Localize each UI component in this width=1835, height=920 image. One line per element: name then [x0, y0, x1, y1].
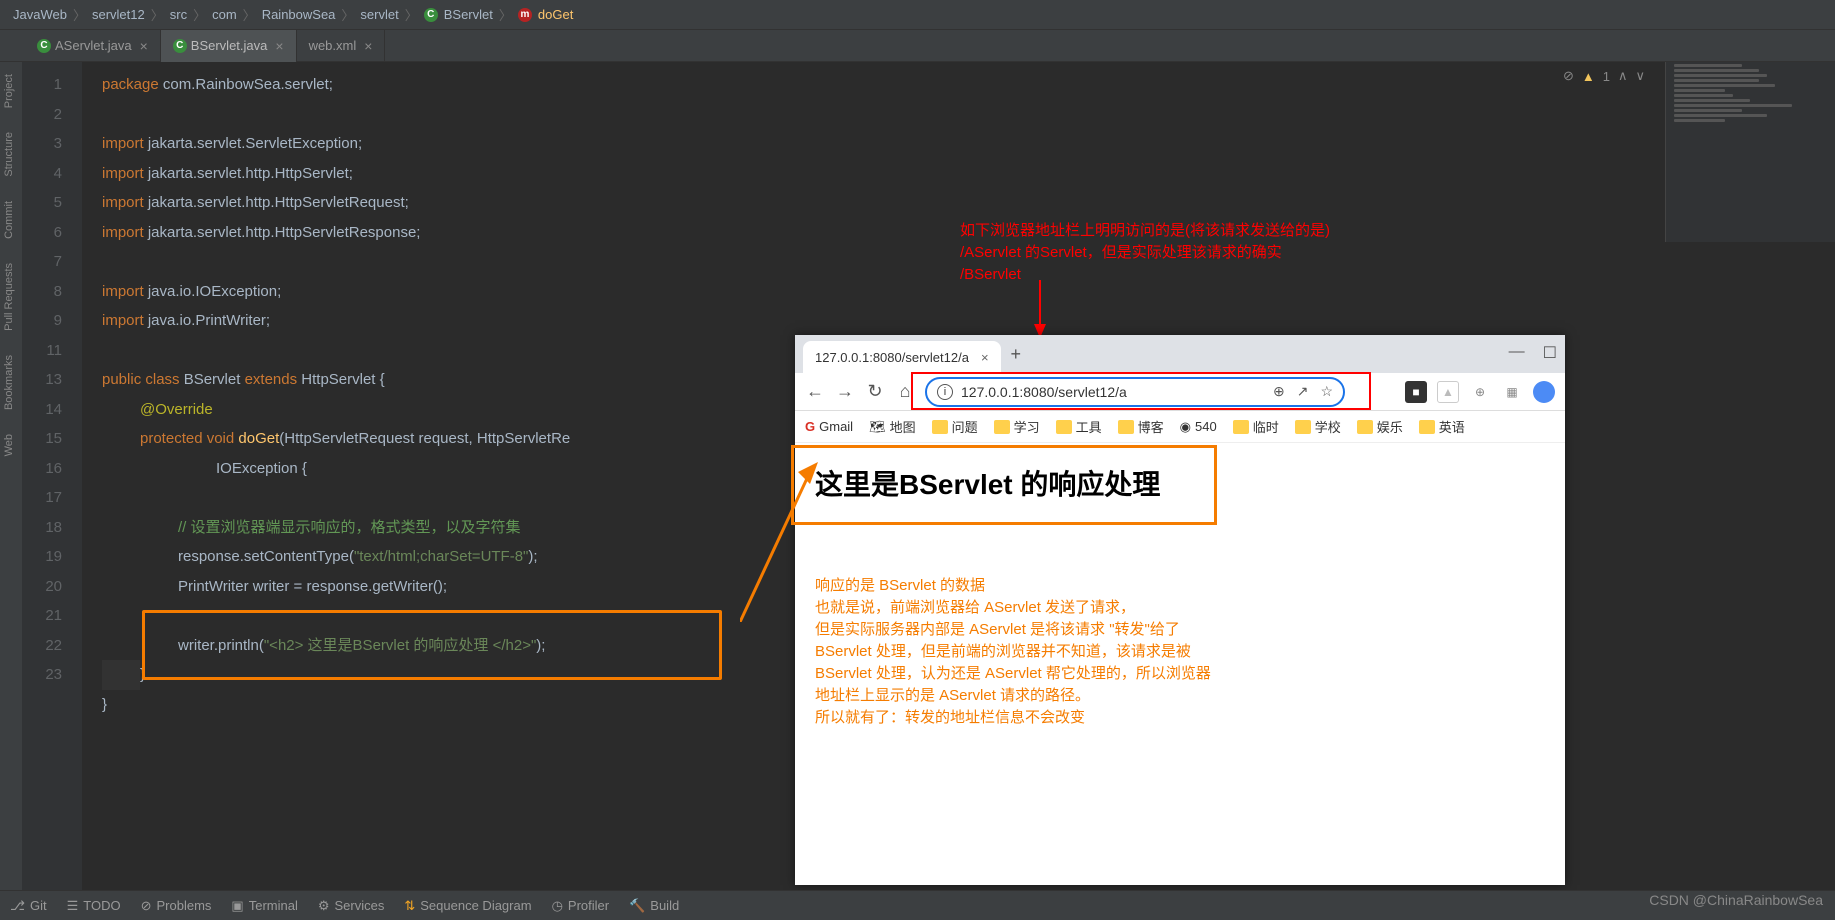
browser-tab-strip: 127.0.0.1:8080/servlet12/a × + — ☐ [795, 335, 1565, 373]
bookmark-folder[interactable]: 临时 [1233, 417, 1279, 436]
crumb-project[interactable]: JavaWeb [13, 7, 67, 22]
eye-icon[interactable]: ⊘ [1563, 68, 1574, 84]
close-icon[interactable]: × [981, 350, 989, 365]
bookmark-folder[interactable]: 学习 [994, 417, 1040, 436]
crumb-com[interactable]: com [212, 7, 237, 22]
crumb-pkg[interactable]: RainbowSea [262, 7, 336, 22]
tab-bservlet[interactable]: C BServlet.java × [161, 30, 297, 62]
bookmark-folder[interactable]: 英语 [1419, 417, 1465, 436]
bottom-terminal[interactable]: ▣Terminal [231, 898, 297, 914]
ext-icon[interactable]: ■ [1405, 381, 1427, 403]
bottom-sequence[interactable]: ⇅Sequence Diagram [404, 898, 531, 914]
close-icon[interactable]: × [364, 38, 372, 54]
ext-icon[interactable]: ▲ [1437, 381, 1459, 403]
breadcrumb: JavaWeb〉 servlet12〉 src〉 com〉 RainbowSea… [0, 0, 1835, 30]
watermark: CSDN @ChinaRainbowSea [1649, 892, 1823, 908]
crumb-method[interactable]: doGet [538, 7, 573, 22]
folder-icon [1357, 420, 1373, 434]
bottom-tool-bar: ⎇Git ☰TODO ⊘Problems ▣Terminal ⚙Services… [0, 890, 1835, 920]
bookmark-folder[interactable]: 娱乐 [1357, 417, 1403, 436]
side-bookmarks[interactable]: Bookmarks [0, 343, 22, 422]
bookmark-folder[interactable]: 学校 [1295, 417, 1341, 436]
tab-title: 127.0.0.1:8080/servlet12/a [815, 350, 969, 365]
tab-label: BServlet.java [191, 38, 268, 53]
inspection-indicators[interactable]: ⊘ ▲ 1 ∧ ∨ [1563, 68, 1645, 84]
code-highlight-box [142, 610, 722, 680]
side-pull-requests[interactable]: Pull Requests [0, 251, 22, 343]
crumb-pkg2[interactable]: servlet [360, 7, 398, 22]
git-icon: ⎇ [10, 898, 25, 914]
ext-icon[interactable]: ⊕ [1469, 381, 1491, 403]
close-icon[interactable]: × [140, 38, 148, 54]
warning-count: 1 [1603, 69, 1610, 84]
folder-icon [1233, 420, 1249, 434]
url-highlight-box [911, 372, 1371, 410]
browser-window: 127.0.0.1:8080/servlet12/a × + — ☐ ← → ↻… [795, 335, 1565, 885]
annotation-red-text: 如下浏览器地址栏上明明访问的是(将该请求发送给的是) /AServlet 的Se… [960, 220, 1330, 286]
bookmark-540[interactable]: ◉540 [1180, 419, 1217, 435]
bookmark-gmail[interactable]: GGmail [805, 419, 853, 434]
bottom-profiler[interactable]: ◷Profiler [552, 898, 610, 914]
side-structure[interactable]: Structure [0, 120, 22, 189]
warning-icon: ▲ [1582, 69, 1595, 84]
browser-tab[interactable]: 127.0.0.1:8080/servlet12/a × [803, 341, 1001, 373]
folder-icon [932, 420, 948, 434]
content-highlight-box [791, 445, 1217, 525]
orange-arrow [740, 462, 830, 622]
bottom-build[interactable]: 🔨Build [629, 898, 679, 914]
ext-icon[interactable]: ▦ [1501, 381, 1523, 403]
side-project[interactable]: Project [0, 62, 22, 120]
editor-tabs: C AServlet.java × C BServlet.java × web.… [0, 30, 1835, 62]
class-icon: C [37, 39, 51, 53]
tab-label: web.xml [309, 38, 357, 53]
bookmark-folder[interactable]: 工具 [1056, 417, 1102, 436]
side-web[interactable]: Web [0, 422, 22, 468]
folder-icon [1419, 420, 1435, 434]
crumb-class[interactable]: BServlet [444, 7, 493, 22]
folder-icon [1295, 420, 1311, 434]
tab-webxml[interactable]: web.xml × [297, 30, 386, 62]
folder-icon [994, 420, 1010, 434]
class-icon: C [173, 39, 187, 53]
close-icon[interactable]: × [275, 38, 283, 54]
back-button[interactable]: ← [805, 381, 825, 402]
line-gutter: 1 2 3 4 5 6 7 8 9 11 13 14 15 16 17 18 1… [22, 62, 82, 890]
up-icon[interactable]: ∧ [1618, 68, 1628, 84]
bottom-services[interactable]: ⚙Services [318, 898, 385, 914]
folder-icon [1056, 420, 1072, 434]
crumb-module[interactable]: servlet12 [92, 7, 145, 22]
red-arrow [1020, 280, 1060, 340]
code-minimap[interactable] [1665, 62, 1835, 242]
reload-button[interactable]: ↻ [865, 381, 885, 402]
maximize-icon[interactable]: ☐ [1543, 343, 1557, 363]
bookmark-maps[interactable]: 🗺地图 [869, 417, 916, 436]
tab-aservlet[interactable]: C AServlet.java × [25, 30, 161, 62]
left-tool-tabs: Project Structure Commit Pull Requests B… [0, 62, 22, 890]
annotation-orange-text: 响应的是 BServlet 的数据 也就是说，前端浏览器给 AServlet 发… [815, 575, 1211, 729]
new-tab-button[interactable]: + [1011, 344, 1022, 365]
bookmark-bar: GGmail 🗺地图 问题 学习 工具 博客 ◉540 临时 学校 娱乐 英语 [795, 411, 1565, 443]
method-icon: m [518, 8, 532, 22]
bookmark-folder[interactable]: 博客 [1118, 417, 1164, 436]
minimize-icon[interactable]: — [1509, 343, 1525, 363]
tab-label: AServlet.java [55, 38, 132, 53]
crumb-src[interactable]: src [170, 7, 187, 22]
folder-icon [1118, 420, 1134, 434]
bookmark-folder[interactable]: 问题 [932, 417, 978, 436]
forward-button[interactable]: → [835, 381, 855, 402]
ext-icon[interactable] [1533, 381, 1555, 403]
bottom-todo[interactable]: ☰TODO [67, 898, 121, 914]
side-commit[interactable]: Commit [0, 189, 22, 251]
bottom-git[interactable]: ⎇Git [10, 898, 47, 914]
down-icon[interactable]: ∨ [1635, 68, 1645, 84]
bottom-problems[interactable]: ⊘Problems [141, 898, 212, 914]
extension-icons: ■ ▲ ⊕ ▦ [1405, 381, 1555, 403]
class-icon: C [424, 8, 438, 22]
